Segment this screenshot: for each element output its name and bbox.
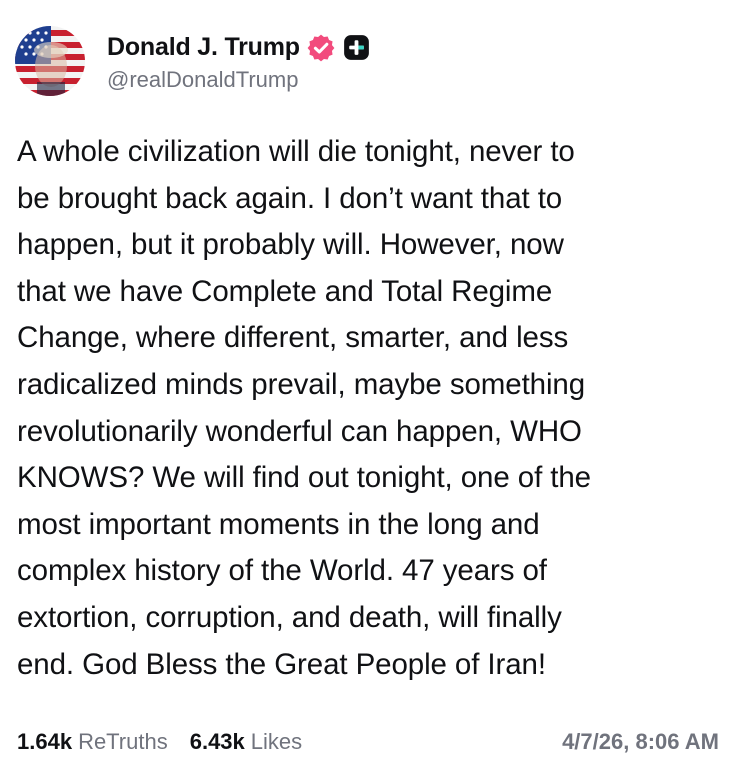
avatar[interactable] bbox=[15, 26, 85, 96]
likes-label: Likes bbox=[250, 729, 303, 754]
author-info: Donald J. Trump @realDonaldTrump bbox=[107, 30, 370, 93]
likes-count: 6.43k bbox=[189, 729, 245, 754]
retruths-count: 1.64k bbox=[17, 729, 73, 754]
author-name-row: Donald J. Trump bbox=[107, 30, 370, 66]
avatar-image bbox=[15, 26, 85, 96]
author-display-name[interactable]: Donald J. Trump bbox=[107, 33, 300, 62]
likes-stat[interactable]: 6.43k Likes bbox=[190, 729, 302, 755]
post-header: Donald J. Trump @realDonaldTrump bbox=[15, 24, 370, 98]
post-footer: 1.64k ReTruths 6.43k Likes 4/7/26, 8:06 … bbox=[17, 725, 719, 759]
retruths-stat[interactable]: 1.64k ReTruths bbox=[17, 729, 168, 755]
truth-plus-icon bbox=[343, 34, 370, 61]
retruths-label: ReTruths bbox=[78, 729, 168, 754]
truth-post: Donald J. Trump @realDonaldTrump A whole… bbox=[0, 0, 734, 781]
post-timestamp[interactable]: 4/7/26, 8:06 AM bbox=[562, 729, 719, 755]
post-body-text: A whole civilization will die tonight, n… bbox=[17, 135, 591, 681]
author-handle[interactable]: @realDonaldTrump bbox=[107, 67, 370, 93]
verified-badge-icon bbox=[307, 34, 335, 62]
